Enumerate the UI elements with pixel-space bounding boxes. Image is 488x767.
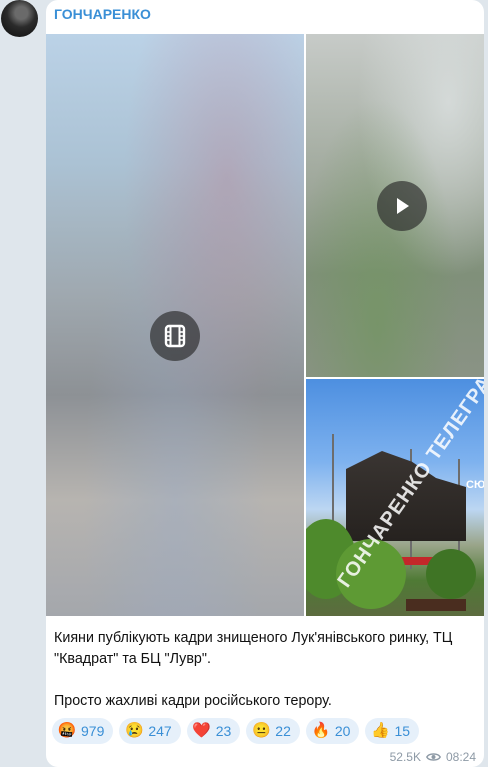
message-bubble: ГОНЧАРЕНКО СЮ ГОНЧАРЕНКО ТЕЛЕГРАМ Кияни …: [46, 0, 484, 767]
eye-icon: [425, 753, 441, 761]
reaction-count: 22: [275, 723, 291, 739]
thumbs-up-icon: 👍: [371, 722, 390, 739]
photo-tile[interactable]: СЮ ГОНЧАРЕНКО ТЕЛЕГРАМ: [306, 379, 484, 616]
media-album: СЮ ГОНЧАРЕНКО ТЕЛЕГРАМ: [46, 34, 484, 616]
reaction-heart[interactable]: ❤️ 23: [186, 718, 241, 744]
reaction-count: 247: [148, 723, 172, 739]
view-count: 52.5K: [389, 750, 421, 764]
reaction-count: 20: [334, 723, 351, 739]
gif-icon[interactable]: [150, 311, 200, 361]
crying-face-icon: 😢: [125, 722, 144, 739]
reaction-count: 15: [394, 723, 411, 739]
bench: [406, 599, 466, 611]
message-line: Просто жахливі кадри російського терору.: [54, 693, 332, 709]
message-time: 08:24: [445, 750, 476, 764]
reaction-thumbs-up[interactable]: 👍 15: [365, 718, 420, 744]
reaction-count: 979: [81, 723, 105, 739]
angry-face-icon: 🤬: [57, 722, 77, 739]
storefront-sign: СЮ: [466, 479, 484, 491]
reactions-bar: 🤬 979 😢 247 ❤️ 23 😐 22 🔥 20 👍 15: [52, 718, 420, 744]
video-tile-secondary[interactable]: [306, 34, 484, 377]
channel-name[interactable]: ГОНЧАРЕНКО: [54, 6, 151, 22]
reaction-cry[interactable]: 😢 247: [119, 718, 181, 744]
reaction-count: 23: [215, 723, 232, 739]
neutral-face-icon: 😐: [251, 722, 271, 739]
reaction-fire[interactable]: 🔥 20: [305, 718, 360, 744]
message-text: Кияни публікують кадри знищеного Лук'яні…: [54, 628, 478, 712]
heart-icon: ❤️: [192, 722, 212, 739]
video-tile-main[interactable]: [46, 34, 304, 616]
reaction-neutral[interactable]: 😐 22: [246, 718, 300, 744]
fire-icon: 🔥: [311, 722, 331, 739]
message-line: Кияни публікують кадри знищеного Лук'яні…: [54, 630, 453, 667]
message-meta: 52.5K 08:24: [390, 750, 476, 764]
reaction-angry[interactable]: 🤬 979: [52, 718, 114, 744]
play-icon[interactable]: [377, 181, 427, 231]
tree: [426, 549, 476, 599]
channel-avatar[interactable]: [1, 0, 38, 37]
